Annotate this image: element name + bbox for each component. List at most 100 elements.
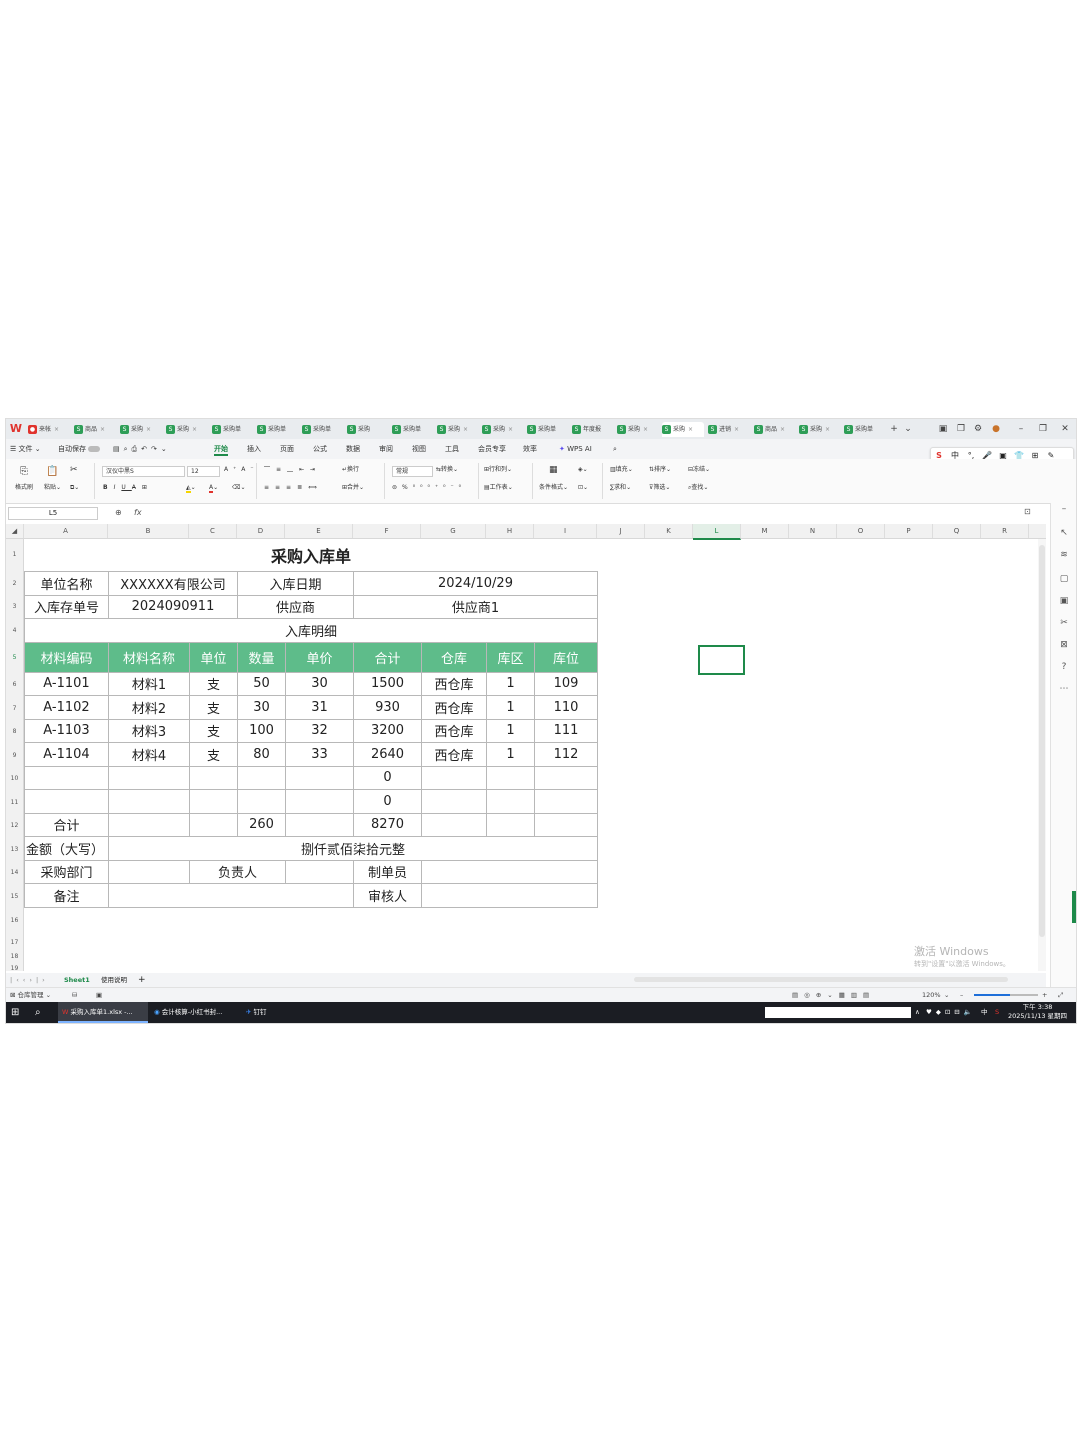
owner-label[interactable]: 负责人 xyxy=(189,859,286,884)
header-cell[interactable]: 仓库 xyxy=(421,641,487,673)
header-cell[interactable]: 数量 xyxy=(237,641,286,673)
cell[interactable]: 32 xyxy=(285,718,354,743)
doc-tab[interactable]: S 采购单 xyxy=(392,422,436,437)
maker-label[interactable]: 制单员 xyxy=(353,859,422,884)
header-cell[interactable]: 库区 xyxy=(486,641,535,673)
unit-value[interactable]: XXXXXX有限公司 xyxy=(108,571,238,596)
cell[interactable] xyxy=(486,789,535,814)
cell[interactable]: 支 xyxy=(189,695,238,720)
autosave-toggle[interactable]: 自动保存 xyxy=(58,444,100,454)
cell[interactable]: 112 xyxy=(534,742,598,767)
reviewer-label[interactable]: 审核人 xyxy=(353,883,422,908)
date-value[interactable]: 2024/10/29 xyxy=(353,571,598,596)
row-header[interactable]: 4 xyxy=(6,627,23,634)
wrap-button[interactable]: ↵换行 xyxy=(342,465,359,475)
cell[interactable]: 30 xyxy=(285,671,354,696)
expand-icon[interactable]: ⊡ xyxy=(1024,507,1031,516)
wps-logo-icon[interactable]: W xyxy=(9,422,23,436)
col-header-q[interactable]: Q xyxy=(933,524,981,538)
sheet-title[interactable]: 采购入库单 xyxy=(24,539,598,572)
header-cell[interactable]: 单位 xyxy=(189,641,238,673)
zoom-in-icon[interactable]: + xyxy=(1042,988,1047,1002)
doc-tab[interactable]: ● 来帐 × xyxy=(28,422,72,437)
cell[interactable]: A-1101 xyxy=(24,671,109,696)
cell[interactable]: 1 xyxy=(486,671,535,696)
cell[interactable]: 50 xyxy=(237,671,286,696)
row-header[interactable]: 17 xyxy=(6,939,23,946)
header-cell[interactable]: 材料名称 xyxy=(108,641,190,673)
font-style-buttons[interactable]: BIUA̶⊞ xyxy=(103,483,153,493)
cell[interactable]: 1 xyxy=(486,742,535,767)
doc-tab[interactable]: S 商品 × xyxy=(754,422,798,437)
col-header-e[interactable]: E xyxy=(285,524,353,538)
cell[interactable] xyxy=(285,789,354,814)
close-icon[interactable]: × xyxy=(734,426,739,433)
taskbar-search-box[interactable] xyxy=(765,1007,911,1018)
row-header[interactable]: 18 xyxy=(6,953,23,960)
menu-member[interactable]: 会员专享 xyxy=(478,444,506,454)
tray-sogou[interactable]: S xyxy=(995,1002,999,1023)
row-header[interactable]: 14 xyxy=(6,869,23,876)
tray-ime[interactable]: 中 xyxy=(981,1002,988,1023)
zoom-formula-icon[interactable]: ⊕ xyxy=(115,507,122,518)
taskbar-app-dingtalk[interactable]: ✈ 钉钉 xyxy=(242,1002,290,1023)
number-format-select[interactable]: 常规 xyxy=(392,466,433,477)
amount-words-label[interactable]: 金额（大写） xyxy=(24,836,109,861)
row-header[interactable]: 8 xyxy=(6,728,23,735)
amount-words-value[interactable]: 捌仟贰佰柒拾元整 xyxy=(108,836,598,861)
status-icon[interactable]: ▣ xyxy=(96,988,102,1002)
border-icon[interactable]: ⊡⌄ xyxy=(578,483,588,493)
fill-color-icon[interactable]: ◭⌄ xyxy=(186,483,196,493)
font-size-buttons[interactable]: A⁺A⁻ xyxy=(224,465,259,475)
cell[interactable]: 支 xyxy=(189,742,238,767)
settings-icon[interactable]: ⚙ xyxy=(971,422,985,436)
cell[interactable] xyxy=(421,765,487,790)
close-icon[interactable]: × xyxy=(146,426,151,433)
cell[interactable] xyxy=(108,812,190,837)
cell[interactable] xyxy=(24,765,109,790)
cell[interactable]: 西仓库 xyxy=(421,742,487,767)
cell[interactable]: 80 xyxy=(237,742,286,767)
cell[interactable] xyxy=(237,789,286,814)
window-icon[interactable]: ❐ xyxy=(954,422,968,436)
select-all-corner[interactable]: ◢ xyxy=(6,524,24,538)
cell[interactable] xyxy=(534,812,598,837)
doc-tab[interactable]: S 采购 × xyxy=(437,422,481,437)
add-sheet-icon[interactable]: + xyxy=(138,973,146,987)
menu-home[interactable]: 开始 xyxy=(214,444,228,456)
col-header-f[interactable]: F xyxy=(353,524,421,538)
cell[interactable]: A-1104 xyxy=(24,742,109,767)
filter-button[interactable]: ⊽筛选⌄ xyxy=(649,483,670,493)
doc-tab[interactable]: S 采购单 xyxy=(844,422,884,437)
cell[interactable]: 0 xyxy=(353,789,422,814)
cell[interactable] xyxy=(421,789,487,814)
cell[interactable] xyxy=(285,765,354,790)
windows-start-icon[interactable]: ⊞ xyxy=(11,1002,19,1023)
convert-button[interactable]: ⇆转换⌄ xyxy=(436,465,458,475)
cell[interactable]: 材料1 xyxy=(108,671,190,696)
horizontal-scrollbar[interactable] xyxy=(634,977,1008,982)
tray-icons[interactable]: ♥◆⊡⊟🔈 xyxy=(926,1002,976,1023)
cell[interactable]: 1500 xyxy=(353,671,422,696)
maker-value[interactable] xyxy=(421,859,598,884)
cut-icon[interactable]: ✂ xyxy=(70,465,78,475)
cell-style-icon[interactable]: ◈⌄ xyxy=(578,465,588,475)
col-header-h[interactable]: H xyxy=(486,524,534,538)
remark-label[interactable]: 备注 xyxy=(24,883,109,908)
close-window-icon[interactable]: ✕ xyxy=(1058,422,1072,436)
vertical-scrollbar[interactable] xyxy=(1038,539,1046,971)
fill-button[interactable]: ▥填充⌄ xyxy=(610,465,633,475)
detail-label[interactable]: 入库明细 xyxy=(24,618,598,643)
help-icon[interactable]: ? xyxy=(1058,661,1070,673)
sum-button[interactable]: ∑求和⌄ xyxy=(610,483,631,493)
menu-tools[interactable]: 工具 xyxy=(445,444,459,454)
doc-number-value[interactable]: 2024090911 xyxy=(108,594,238,619)
worksheet-button[interactable]: ▤工作表⌄ xyxy=(484,483,513,493)
formula-input[interactable] xyxy=(151,507,1031,518)
menu-view[interactable]: 视图 xyxy=(412,444,426,454)
font-size-select[interactable]: 12 xyxy=(187,466,220,477)
doc-tab[interactable]: S 采购单 xyxy=(527,422,571,437)
close-icon[interactable]: × xyxy=(100,426,105,433)
view-mode-icons[interactable]: ▤◎⊕⌄▦▥▤ xyxy=(792,988,875,1002)
sheet-tab-instructions[interactable]: 使用说明 xyxy=(101,973,127,987)
